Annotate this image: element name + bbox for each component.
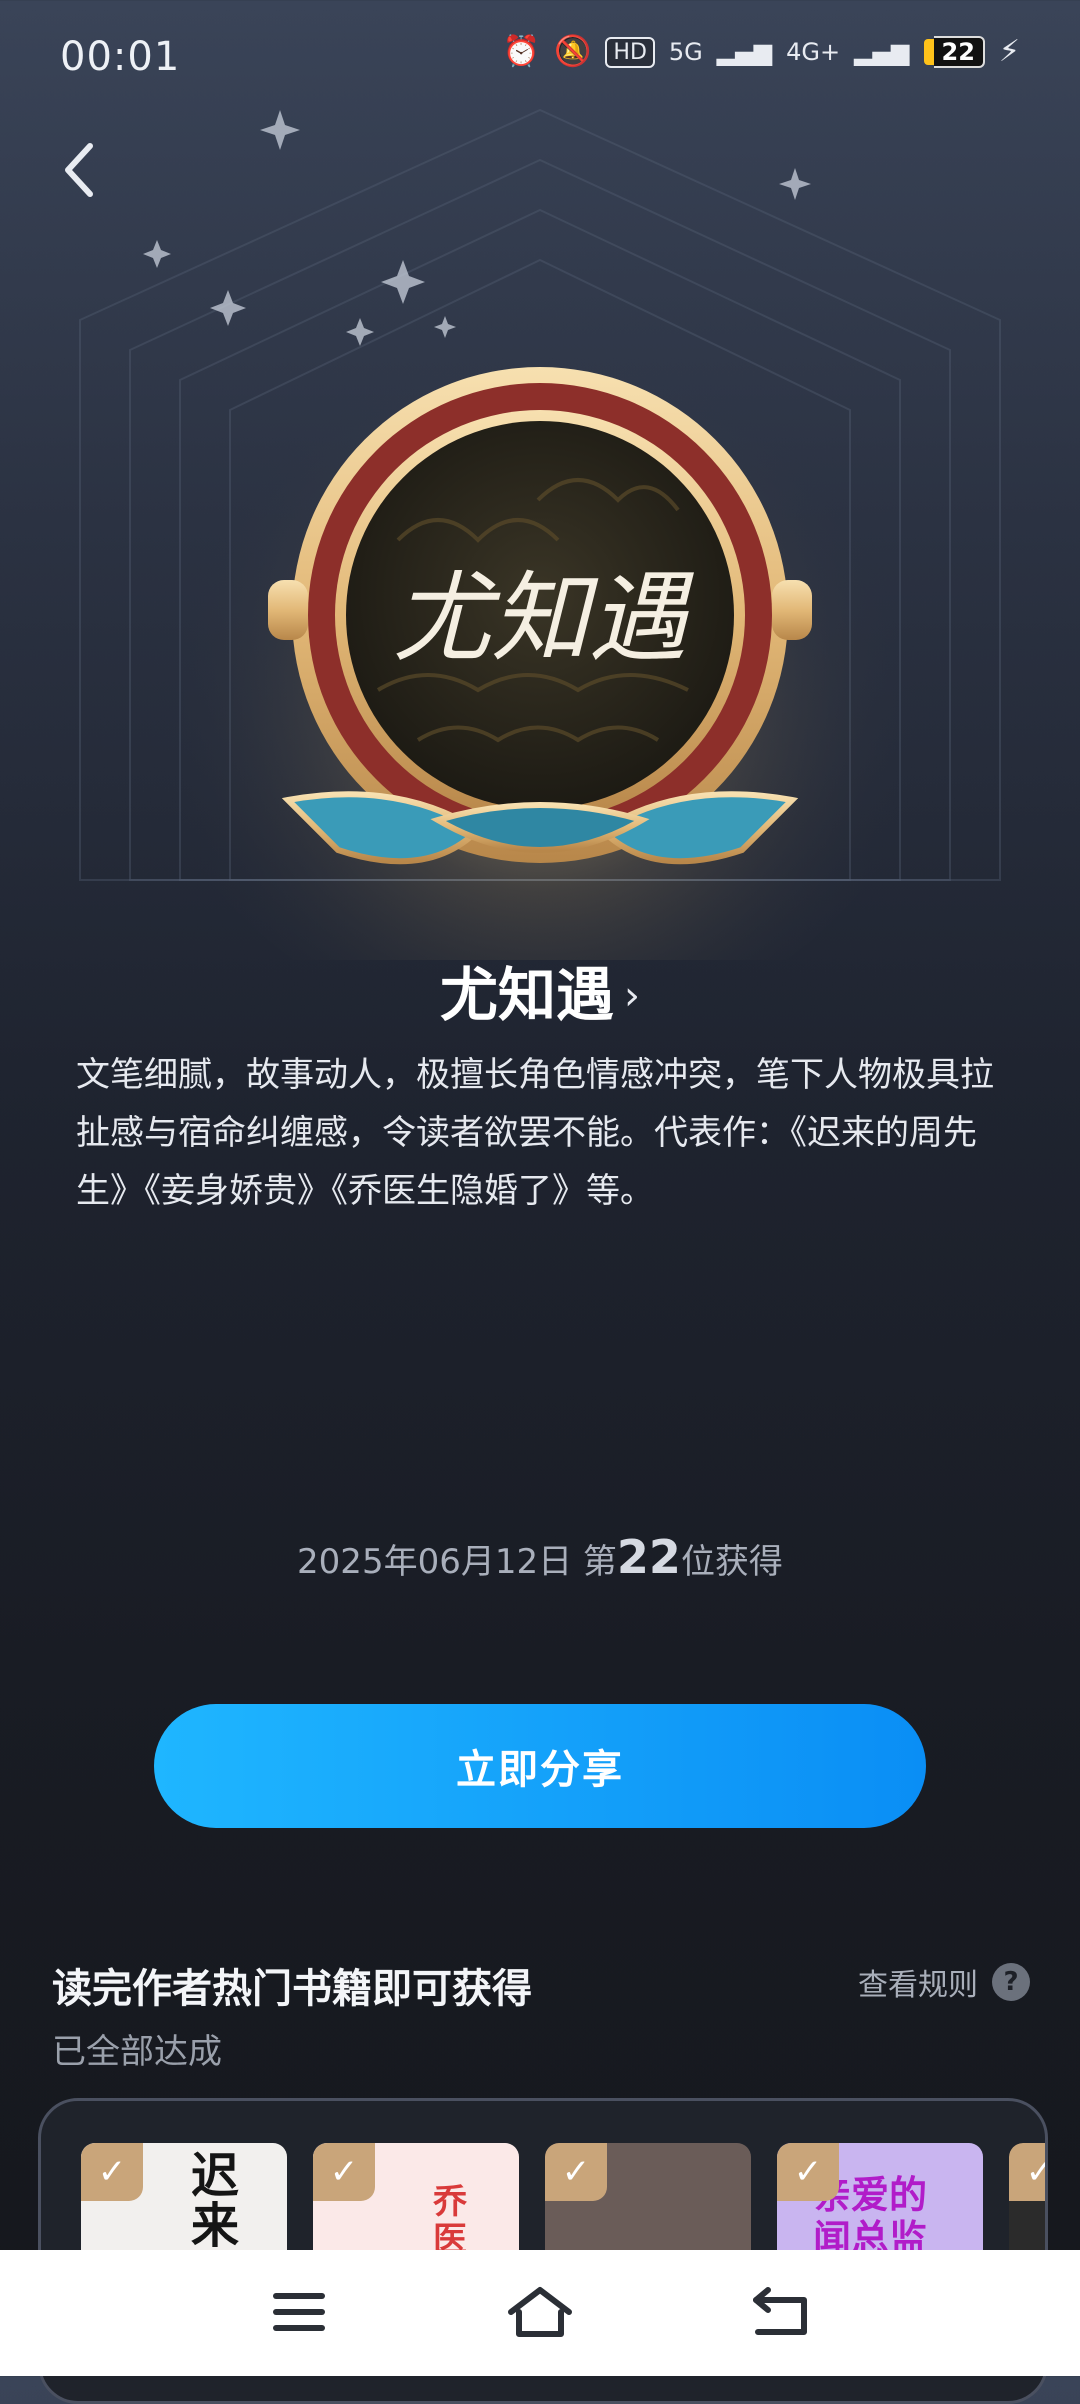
menu-button[interactable] [264, 2282, 334, 2342]
author-description: 文笔细腻，故事动人，极擅长角色情感冲突，笔下人物极具拉扯感与宿命纠缠感，令读者欲… [76, 1055, 994, 1211]
earned-info: 2025年06月12日 第22位获得 [0, 1530, 1080, 1584]
earned-date: 2025年06月12日 [297, 1542, 573, 1582]
home-button[interactable] [505, 2282, 575, 2342]
medal-signature: 尤知遇 [393, 562, 694, 676]
chevron-right-icon: › [624, 973, 640, 1019]
author-name: 尤知遇 [439, 961, 614, 1029]
check-icon: ✓ [81, 2143, 143, 2201]
check-icon: ✓ [1009, 2143, 1045, 2201]
rank-suffix: 位获得 [680, 1542, 783, 1582]
conditions-status: 已全部达成 [52, 2032, 222, 2072]
view-rules-link[interactable]: 查看规则 ? [858, 1960, 1030, 2004]
author-name-link[interactable]: 尤知遇 › [0, 948, 1080, 1032]
system-nav-bar [0, 2250, 1080, 2376]
rank-number: 22 [616, 1530, 681, 1584]
check-icon: ✓ [777, 2143, 839, 2201]
home-icon [508, 2287, 572, 2337]
view-rules-label: 查看规则 [858, 1968, 978, 2003]
rank-prefix: 第 [582, 1542, 617, 1582]
check-icon: ✓ [545, 2143, 607, 2201]
return-icon [753, 2287, 807, 2335]
check-icon: ✓ [313, 2143, 375, 2201]
share-button[interactable]: 立即分享 [154, 1704, 926, 1828]
author-medal: 尤知遇 [268, 367, 812, 865]
back-nav-button[interactable] [746, 2282, 816, 2342]
help-icon: ? [992, 1963, 1030, 2001]
conditions-title: 读完作者热门书籍即可获得 [52, 1966, 532, 2012]
menu-icon [273, 2293, 325, 2331]
